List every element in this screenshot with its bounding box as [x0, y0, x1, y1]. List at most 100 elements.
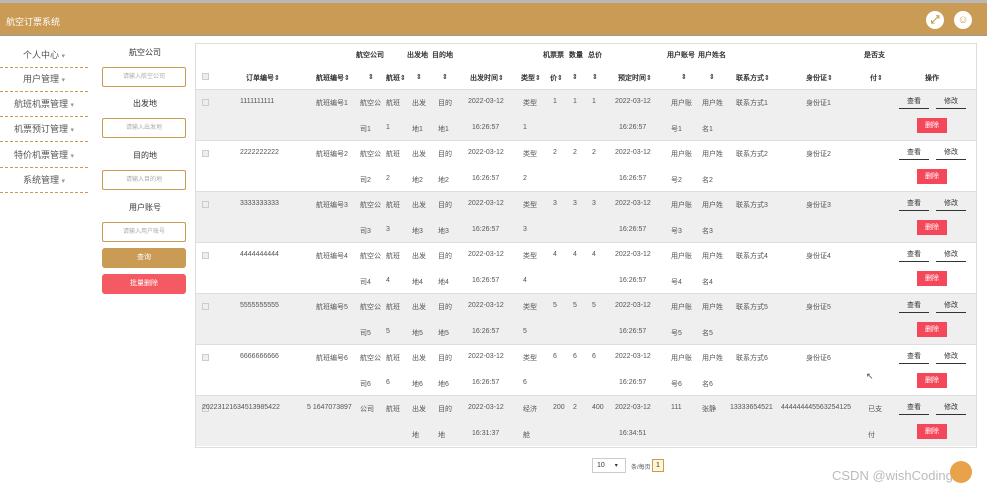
date-cell: 2022-03-12 — [468, 353, 504, 360]
page-size-select[interactable]: 10 ▾ — [592, 458, 626, 473]
sidebar-item-bookings[interactable]: 机票预订管理 ▾ — [0, 118, 88, 142]
col-header-order[interactable]: 订单编号⇕ — [246, 73, 280, 83]
airline-cell: 航空公 — [360, 355, 381, 362]
departure-input[interactable]: 请输入出发地 — [102, 118, 186, 138]
departure-cell: 出发 — [412, 202, 426, 209]
date-cell-line2: 16:26:57 — [472, 379, 500, 386]
destination-cell: 目的 — [438, 304, 452, 311]
airline-input[interactable]: 请输入航空公司 — [102, 67, 186, 87]
sort-icon[interactable]: ⇕ — [709, 73, 715, 81]
paid-cell-line2: 付 — [868, 432, 875, 439]
view-button[interactable]: 查看 — [899, 350, 929, 364]
row-checkbox[interactable] — [202, 99, 209, 106]
row-checkbox[interactable] — [202, 150, 209, 157]
col-header-flight[interactable]: 航班⇕ — [386, 73, 406, 83]
fullscreen-icon[interactable]: ⤢ — [926, 11, 944, 29]
book-date-cell: 2022-03-12 — [615, 251, 651, 258]
delete-button[interactable]: 删除 — [917, 118, 947, 133]
col-header-contact[interactable]: 联系方式⇕ — [736, 73, 770, 83]
chevron-down-icon: ▾ — [61, 178, 66, 185]
row-checkbox[interactable] — [202, 252, 209, 259]
col-header-paid2-label: 付 — [870, 75, 877, 82]
account-cell-line2: 号1 — [671, 126, 682, 133]
table-row: 1111111111 航班编号1 航空公 司1 航班 1 出发 地1 目的 地1 2022-03-1… — [196, 89, 976, 140]
col-header-idcard[interactable]: 身份证⇕ — [806, 73, 833, 83]
query-button[interactable]: 查询 — [102, 248, 186, 268]
view-button[interactable]: 查看 — [899, 197, 929, 211]
delete-button[interactable]: 删除 — [917, 424, 947, 439]
type-cell-line2: 5 — [523, 328, 527, 335]
name-cell: 用户姓 — [702, 202, 723, 209]
col-header-flight-label: 航班 — [386, 75, 400, 82]
sort-icon[interactable]: ⇕ — [681, 73, 687, 81]
sidebar-item-personal[interactable]: 个人中心 ▾ — [0, 44, 88, 68]
qty-cell: 5 — [573, 302, 577, 309]
price-cell: 2 — [553, 149, 557, 156]
sort-icon[interactable]: ⇕ — [416, 73, 422, 81]
sort-icon[interactable]: ⇕ — [572, 73, 578, 81]
date-cell: 2022-03-12 — [468, 404, 504, 411]
row-checkbox[interactable] — [202, 354, 209, 361]
edit-button[interactable]: 修改 — [936, 299, 966, 313]
flight-cell: 航班 — [386, 253, 400, 260]
col-header-actions: 操作 — [925, 75, 939, 82]
row-checkbox[interactable] — [202, 303, 209, 310]
col-header-deptime[interactable]: 出发时间⇕ — [470, 73, 504, 83]
page-button-current[interactable]: 1 — [652, 459, 664, 472]
col-header-booktime[interactable]: 预定时间⇕ — [618, 73, 652, 83]
date-cell: 2022-03-12 — [468, 98, 504, 105]
edit-button[interactable]: 修改 — [936, 350, 966, 364]
book-date-cell-line2: 16:26:57 — [619, 277, 647, 284]
edit-button[interactable]: 修改 — [936, 248, 966, 262]
table-row: 6666666666 航班编号6 航空公 司6 航班 6 出发 地6 目的 地6 2022-03-1… — [196, 344, 976, 395]
order-cell: 1111111111 — [240, 98, 275, 105]
edit-button[interactable]: 修改 — [936, 197, 966, 211]
airline-cell-line2: 司5 — [360, 330, 371, 337]
delete-button[interactable]: 删除 — [917, 322, 947, 337]
delete-button[interactable]: 删除 — [917, 373, 947, 388]
user-icon[interactable]: ☺ — [954, 11, 972, 29]
col-header-type[interactable]: 类型⇕ — [521, 73, 541, 83]
order-cell: 5555555555 — [240, 302, 279, 309]
delete-button[interactable]: 删除 — [917, 271, 947, 286]
delete-button[interactable]: 删除 — [917, 169, 947, 184]
book-date-cell-line2: 16:26:57 — [619, 175, 647, 182]
flight-cell: 航班 — [386, 202, 400, 209]
edit-button[interactable]: 修改 — [936, 146, 966, 160]
floating-action-button[interactable] — [950, 461, 972, 483]
edit-button[interactable]: 修改 — [936, 95, 966, 109]
col-header-flightno[interactable]: 航班编号⇕ — [316, 73, 350, 83]
type-cell: 类型 — [523, 355, 537, 362]
sidebar-item-system[interactable]: 系统管理 ▾ — [0, 169, 88, 193]
col-header-paid2[interactable]: 付⇕ — [870, 73, 883, 83]
view-button[interactable]: 查看 — [899, 401, 929, 415]
flight-cell-line2: 4 — [386, 277, 390, 284]
table-row: 20223121634513985422 5 1647073897 公司 航班 出发地 目… — [196, 395, 976, 446]
sidebar-item-flights[interactable]: 航班机票管理 ▾ — [0, 93, 88, 117]
sort-icon[interactable]: ⇕ — [368, 73, 374, 81]
destination-input[interactable]: 请输入目的地 — [102, 170, 186, 190]
sidebar-item-users[interactable]: 用户管理 ▾ — [0, 68, 88, 92]
select-all-checkbox[interactable] — [202, 73, 209, 80]
sort-icon[interactable]: ⇕ — [442, 73, 448, 81]
flightno-cell: 航班编号5 — [316, 304, 348, 311]
col-header-price[interactable]: 价⇕ — [550, 73, 563, 83]
watermark: CSDN @wishCoding — [832, 468, 953, 483]
edit-button[interactable]: 修改 — [936, 401, 966, 415]
delete-button[interactable]: 删除 — [917, 220, 947, 235]
type-cell: 类型 — [523, 253, 537, 260]
contact-cell: 13333654521 — [730, 404, 773, 411]
name-cell: 张静 — [702, 406, 716, 413]
row-checkbox[interactable] — [202, 201, 209, 208]
sidebar-item-specials[interactable]: 特价机票管理 ▾ — [0, 144, 88, 168]
flight-cell: 航班 — [386, 406, 400, 413]
batch-delete-button[interactable]: 批量删除 — [102, 274, 186, 294]
account-input[interactable]: 请输入用户账号 — [102, 222, 186, 242]
view-button[interactable]: 查看 — [899, 299, 929, 313]
top-bar: 航空订票系统 ⤢ ☺ — [0, 0, 987, 36]
view-button[interactable]: 查看 — [899, 146, 929, 160]
view-button[interactable]: 查看 — [899, 95, 929, 109]
view-button[interactable]: 查看 — [899, 248, 929, 262]
sort-icon[interactable]: ⇕ — [592, 73, 598, 81]
idcard-cell: 444444445563254125 — [781, 404, 852, 411]
